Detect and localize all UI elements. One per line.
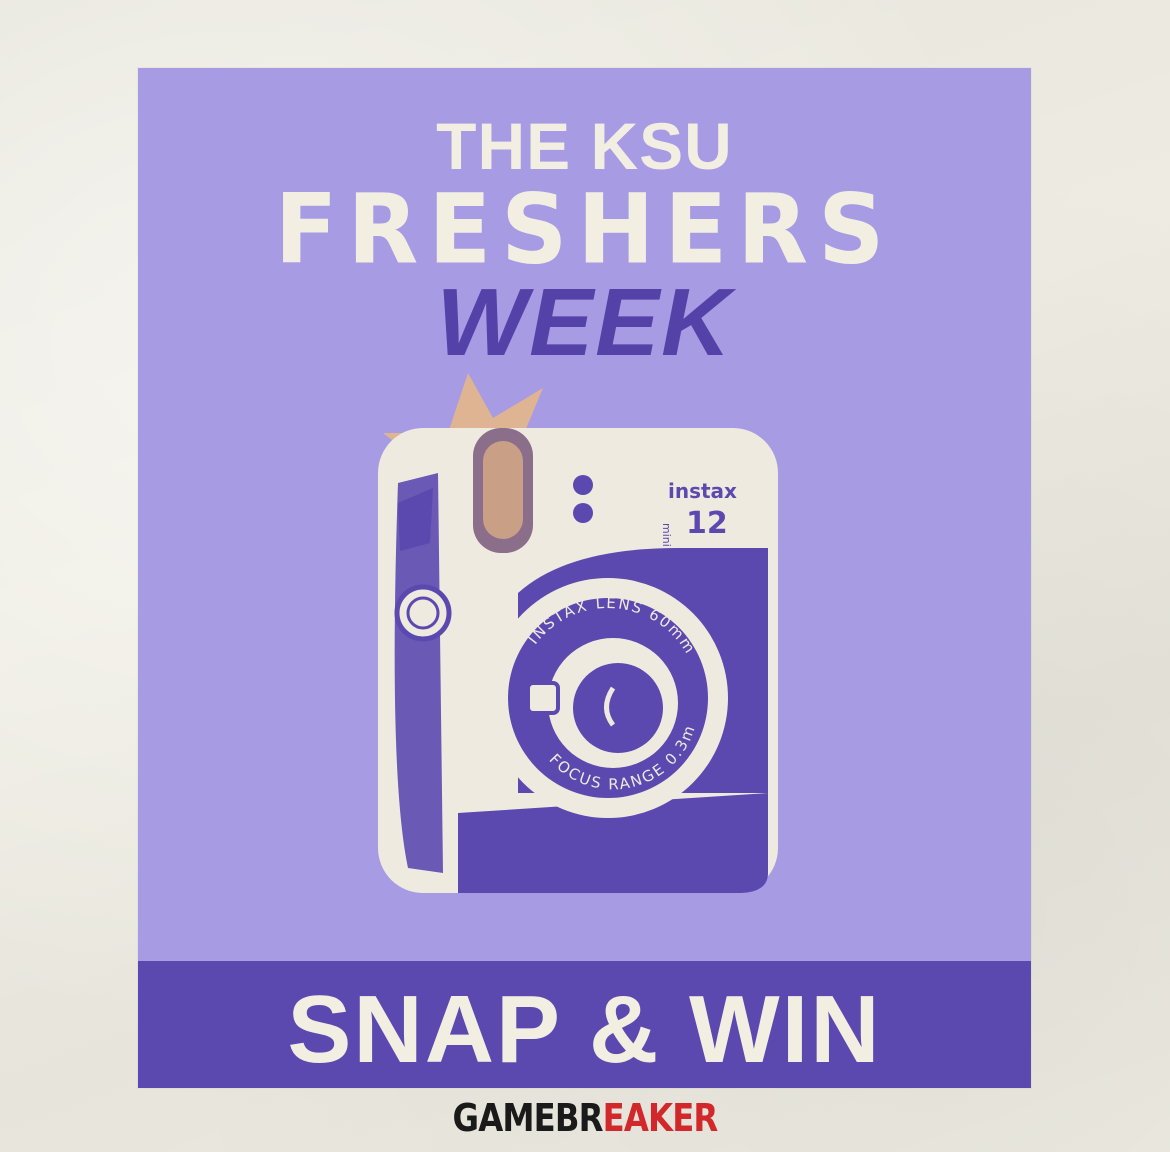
logo-part-2: EAKER <box>602 1096 719 1140</box>
snap-win-banner: SNAP & WIN <box>138 961 1031 1088</box>
banner-text: SNAP & WIN <box>287 976 882 1083</box>
selfie-mirror <box>526 681 560 715</box>
camera-model-number: 12 <box>686 506 728 541</box>
camera-model-prefix: mini <box>660 523 673 547</box>
sensor-dot-top <box>573 475 593 495</box>
logo-part-1: GAMEBR <box>452 1096 604 1140</box>
gamebreaker-logo: GAMEBREAKER <box>88 1096 1083 1140</box>
poster: THE KSU FRESHERS WEEK INSTAX LENS 60mm F… <box>138 68 1031 1088</box>
camera-brand-label: instax <box>668 479 737 503</box>
title-week: WEEK <box>436 269 733 376</box>
shutter-button <box>394 584 452 642</box>
instant-camera-illustration: INSTAX LENS 60mm FOCUS RANGE 0.3m- insta… <box>364 359 788 913</box>
sensor-dot-bottom <box>573 503 593 523</box>
lens-glass <box>573 663 663 753</box>
